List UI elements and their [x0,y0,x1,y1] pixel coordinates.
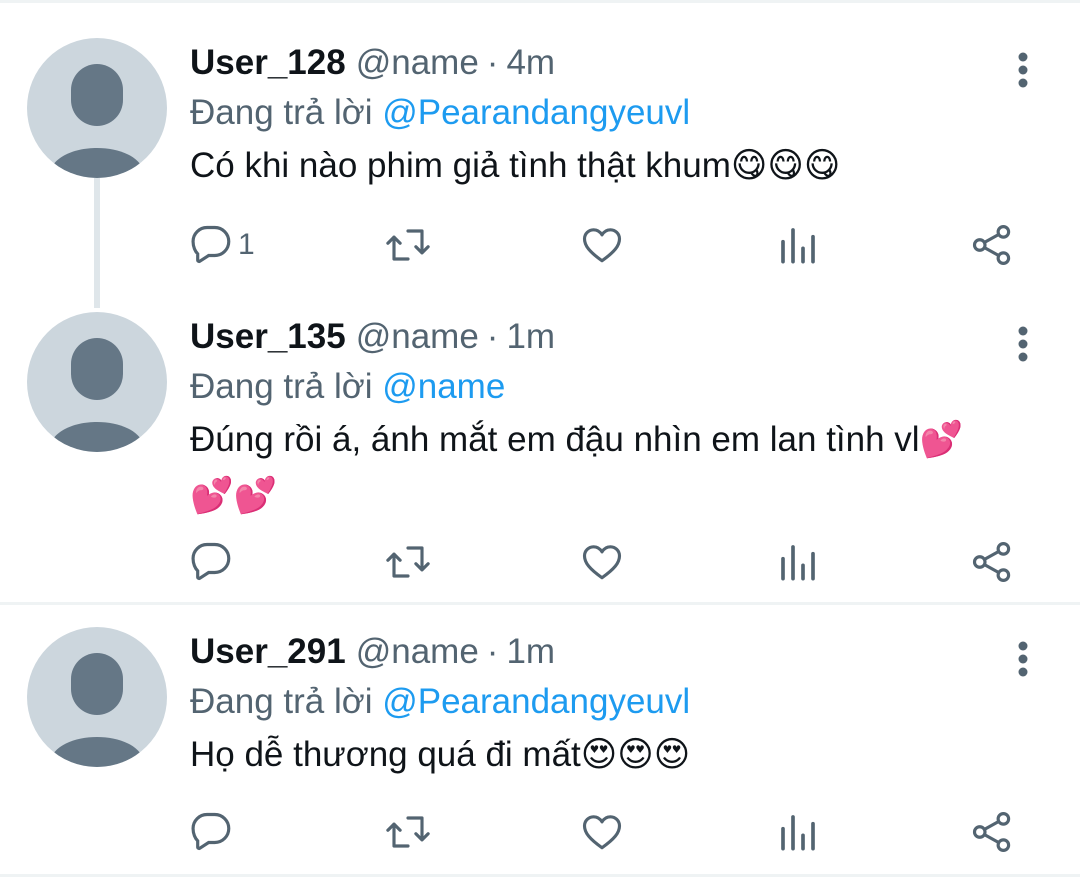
default-avatar-icon [49,653,145,767]
separator-dot: · [486,632,499,671]
reply-count: 1 [238,228,255,261]
tweet-header: User_128 @name · 4m [190,38,555,88]
timestamp[interactable]: 1m [506,312,555,362]
tweet-text: Có khi nào phim giả tình thật khum😋😋😋 [190,138,1030,194]
share-icon [972,225,1011,265]
user-handle: @name [355,632,479,671]
tweet-divider [0,602,1080,605]
action-bar: 1 [0,220,1080,270]
views-button[interactable] [778,220,818,270]
mention-link[interactable]: @Pearandangyeuvl [382,682,690,721]
tweet-text: Đúng rồi á, ánh mắt em đậu nhìn em lan t… [190,412,990,524]
replying-to: Đang trả lời @Pearandangyeuvl [190,88,690,138]
reply-button[interactable]: 1 [190,220,255,270]
reply-icon [191,542,231,581]
reply-icon [191,225,231,264]
replying-to: Đang trả lời @name [190,362,505,412]
share-button[interactable] [971,220,1013,270]
replying-prefix: Đang trả lời [190,682,373,721]
retweet-icon [386,546,430,578]
views-icon [781,545,815,581]
replying-prefix: Đang trả lời [190,367,373,406]
replying-to: Đang trả lời @Pearandangyeuvl [190,677,690,727]
reply-button[interactable] [190,537,238,587]
emoji: 😍😍😍 [580,735,691,775]
like-button[interactable] [581,220,623,270]
tweet-text-content: Có khi nào phim giả tình thật khum [190,146,731,185]
tweet-text-content: Họ dễ thương quá đi mất [190,735,581,774]
emoji: 😋😋😋 [730,146,841,186]
tweet-header: User_135 @name · 1m [190,312,555,362]
share-button[interactable] [971,537,1013,587]
username[interactable]: User_128 [190,38,346,88]
views-button[interactable] [778,537,818,587]
timestamp[interactable]: 1m [506,627,555,677]
user-handle: @name [355,317,479,356]
avatar[interactable] [27,627,167,767]
retweet-icon [386,229,430,261]
share-icon [972,542,1011,582]
separator-dot: · [486,43,499,82]
heart-icon [582,545,622,580]
avatar[interactable] [27,38,167,178]
tweet[interactable]: User_135 @name · 1m Đang trả lời @name Đ… [0,312,1080,602]
retweet-icon [386,816,430,848]
mention-link[interactable]: @Pearandangyeuvl [382,93,690,132]
tweet[interactable]: User_291 @name · 1m Đang trả lời @Pearan… [0,627,1080,867]
retweet-button[interactable] [385,807,431,857]
reply-icon [191,812,231,851]
user-handle: @name [355,43,479,82]
tweet-text-content: Đúng rồi á, ánh mắt em đậu nhìn em lan t… [190,420,920,459]
more-vertical-icon [1018,641,1028,677]
top-divider [0,0,1080,3]
retweet-button[interactable] [385,537,431,587]
tweet-header: User_291 @name · 1m [190,627,555,677]
more-options-button[interactable] [1003,637,1043,681]
reply-button[interactable] [190,807,238,857]
like-button[interactable] [581,537,623,587]
heart-icon [582,815,622,850]
username[interactable]: User_135 [190,312,346,362]
heart-icon [582,228,622,263]
share-button[interactable] [971,807,1013,857]
default-avatar-icon [49,64,145,178]
retweet-button[interactable] [385,220,431,270]
more-vertical-icon [1018,52,1028,88]
username[interactable]: User_291 [190,627,346,677]
default-avatar-icon [49,338,145,452]
mention-link[interactable]: @name [382,367,505,406]
action-bar [0,807,1080,857]
tweet[interactable]: User_128 @name · 4m Đang trả lời @Pearan… [0,38,1080,278]
views-icon [781,228,815,264]
action-bar [0,537,1080,587]
views-button[interactable] [778,807,818,857]
more-vertical-icon [1018,326,1028,362]
share-icon [972,812,1011,852]
replying-prefix: Đang trả lời [190,93,373,132]
avatar[interactable] [27,312,167,452]
more-options-button[interactable] [1003,322,1043,366]
timestamp[interactable]: 4m [506,38,555,88]
separator-dot: · [486,317,499,356]
tweet-text: Họ dễ thương quá đi mất😍😍😍 [190,727,1030,783]
tweet-divider [0,874,1080,877]
more-options-button[interactable] [1003,48,1043,92]
like-button[interactable] [581,807,623,857]
views-icon [781,815,815,851]
